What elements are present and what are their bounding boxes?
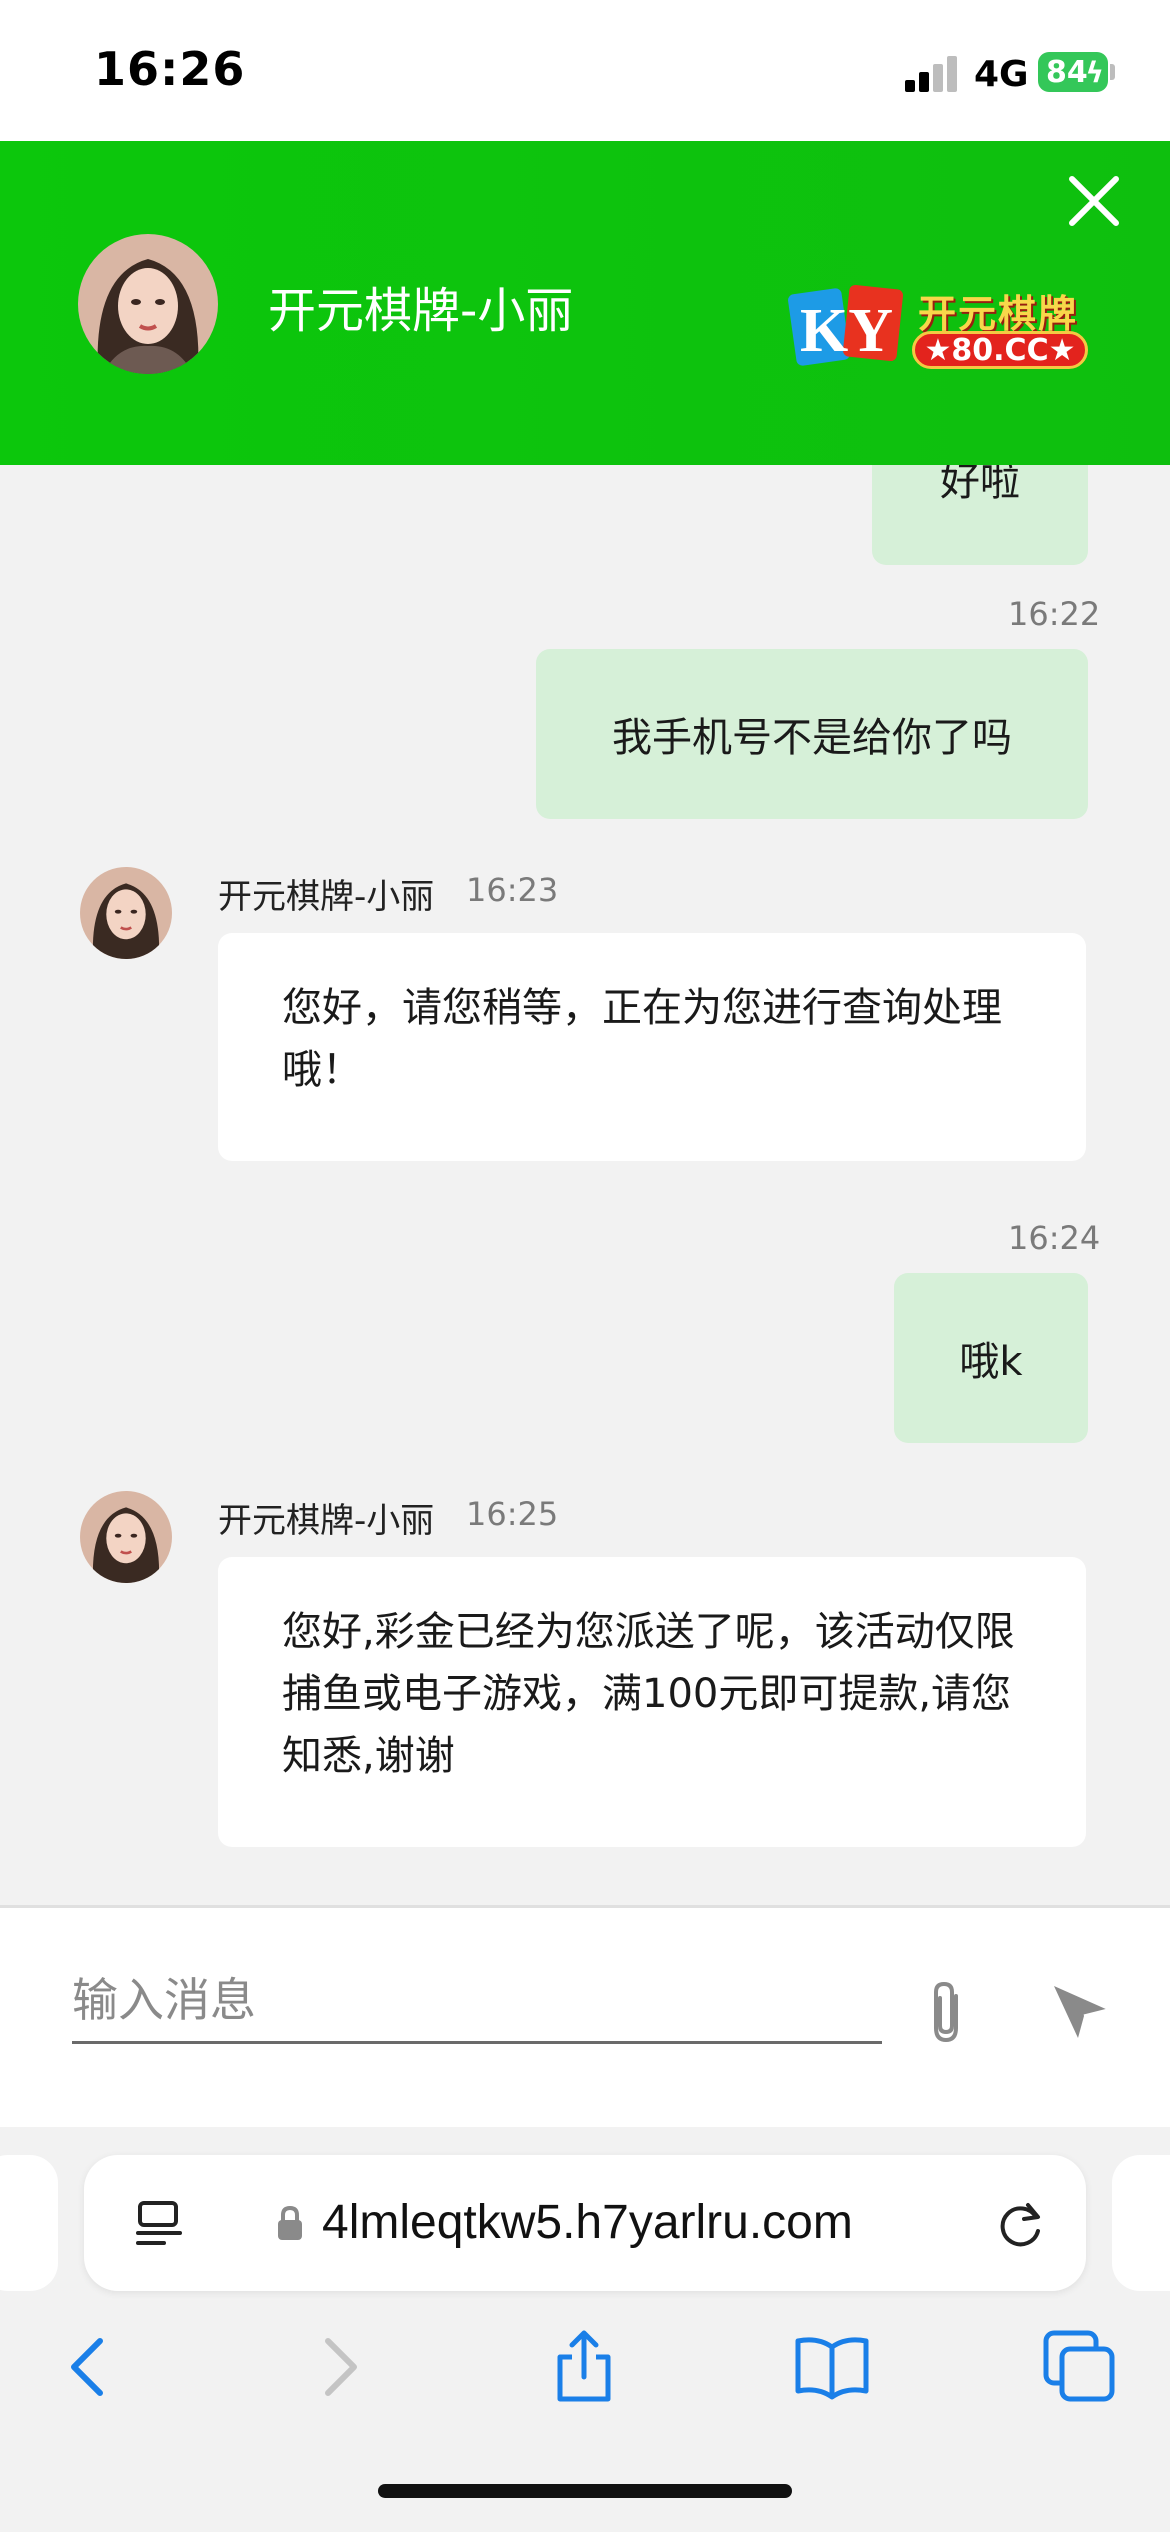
chat-title: 开元棋牌-小丽 xyxy=(268,283,574,339)
message-bubble-outgoing: 哦k xyxy=(894,1273,1088,1443)
share-icon[interactable] xyxy=(544,2327,624,2407)
message-text: 您好，请您稍等，正在为您进行查询处理哦！ xyxy=(282,985,1002,1093)
chat-messages: 好啦 16:22 我手机号不是给你了吗 开元棋牌-小丽 16:23 您好，请您稍… xyxy=(0,465,1170,1905)
network-label: 4G xyxy=(974,54,1029,95)
battery-tip xyxy=(1110,64,1115,80)
chevron-right-icon[interactable] xyxy=(300,2327,380,2407)
page-menu-icon[interactable] xyxy=(134,2197,186,2249)
message-bubble-incoming: 您好，请您稍等，正在为您进行查询处理哦！ xyxy=(218,933,1086,1161)
home-indicator xyxy=(378,2484,792,2498)
message-time: 16:22 xyxy=(1008,595,1101,633)
chevron-left-icon[interactable] xyxy=(48,2327,128,2407)
chat-header: 开元棋牌-小丽 KY 开元棋牌 ★80.CC★ xyxy=(0,141,1170,465)
battery-icon: 84 ϟ xyxy=(1038,52,1108,92)
agent-avatar xyxy=(78,234,218,374)
status-bar: 16:26 4G 84 ϟ xyxy=(0,0,1170,141)
sender-name: 开元棋牌-小丽 xyxy=(218,1501,435,1541)
message-text: 好啦 xyxy=(940,465,1020,505)
agent-avatar xyxy=(80,867,172,959)
previous-tab-peek[interactable] xyxy=(0,2155,58,2291)
agent-avatar xyxy=(80,1491,172,1583)
signal-icon xyxy=(905,56,959,92)
browser-toolbar: 4lmleqtkw5.h7yarlru.com xyxy=(0,2127,1170,2532)
battery-level: 84 xyxy=(1046,54,1088,90)
message-input[interactable] xyxy=(72,1958,882,2044)
message-bubble-outgoing: 我手机号不是给你了吗 xyxy=(536,649,1088,819)
message-time: 16:25 xyxy=(466,1495,559,1533)
brand-domain: ★80.CC★ xyxy=(912,331,1088,369)
sender-name: 开元棋牌-小丽 xyxy=(218,877,435,917)
message-text: 您好,彩金已经为您派送了呢，该活动仅限捕鱼或电子游戏，满100元即可提款,请您知… xyxy=(282,1609,1015,1779)
message-time: 16:23 xyxy=(466,871,559,909)
url-text: 4lmleqtkw5.h7yarlru.com xyxy=(322,2196,853,2249)
tabs-icon[interactable] xyxy=(1040,2327,1120,2407)
brand-logo: KY 开元棋牌 ★80.CC★ xyxy=(788,281,1090,373)
message-text: 我手机号不是给你了吗 xyxy=(612,715,1012,761)
reload-icon[interactable] xyxy=(994,2197,1048,2251)
close-icon[interactable] xyxy=(1064,171,1124,231)
ky-logo-mark: KY xyxy=(788,281,906,373)
message-time: 16:24 xyxy=(1008,1219,1101,1257)
message-bubble-partial: 好啦 xyxy=(872,465,1088,565)
svg-text:KY: KY xyxy=(800,297,893,365)
charging-bolt-icon: ϟ xyxy=(1085,56,1104,89)
send-icon[interactable] xyxy=(1050,1980,1112,2042)
lock-icon xyxy=(276,2205,304,2241)
message-composer xyxy=(0,1905,1170,2127)
book-icon[interactable] xyxy=(792,2327,872,2407)
status-time: 16:26 xyxy=(94,42,246,96)
message-bubble-incoming: 您好,彩金已经为您派送了呢，该活动仅限捕鱼或电子游戏，满100元即可提款,请您知… xyxy=(218,1557,1086,1847)
paperclip-icon[interactable] xyxy=(920,1978,976,2048)
address-bar[interactable]: 4lmleqtkw5.h7yarlru.com xyxy=(84,2155,1086,2291)
next-tab-peek[interactable] xyxy=(1112,2155,1170,2291)
brand-name: 开元棋牌 xyxy=(918,292,1079,336)
message-text: 哦k xyxy=(959,1339,1023,1385)
